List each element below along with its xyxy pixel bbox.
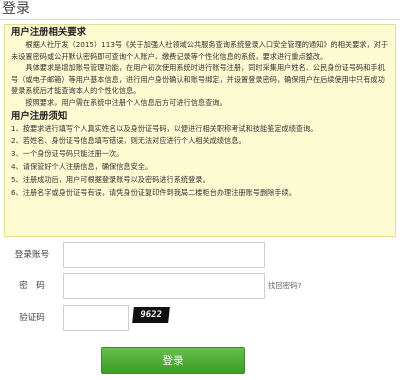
captcha-label: 验证码 [19, 313, 45, 323]
requirements-paragraph: 根据人社厅发（2015）113号《关于加强人社领域公共服务查询系统登录入口安全管… [11, 40, 389, 61]
instruction-item: 4、请保管好个人注册信息，确保信息安全。 [11, 161, 153, 171]
forgot-password-link[interactable]: 找回密码? [268, 280, 302, 292]
instruction-item: 2、若姓名、身份证号信息填写错误，则无法对应进行个人相关成绩信息。 [11, 136, 246, 146]
instruction-item: 6、注册名字或身份证号有误，请凭身份证复印件到我局二楼柜台办理注册账号删除手续。 [11, 187, 296, 197]
registration-notice-box: 用户注册相关要求 根据人社厅发（2015）113号《关于加强人社领域公共服务查询… [4, 24, 396, 237]
login-button[interactable]: 登录 [101, 347, 245, 374]
password-input[interactable] [63, 273, 265, 299]
instruction-item: 5、注册成功后，用户可根据登录账号以及密码进行系统登录。 [11, 174, 210, 184]
title-divider [0, 19, 400, 20]
password-row: 密 码 找回密码? [0, 273, 400, 299]
requirements-heading: 用户注册相关要求 [11, 27, 87, 38]
instruction-item: 3、一个身份证号码只能注册一次。 [11, 149, 124, 159]
captcha-image[interactable]: 9622 [132, 307, 170, 323]
account-row: 登录账号 [0, 242, 400, 268]
instruction-item: 1、按要求进行填写个人真实姓名以及身份证号码，以便进行相关职称考试和技能鉴定成绩… [11, 123, 318, 133]
instructions-list: 1、按要求进行填写个人真实姓名以及身份证号码，以便进行相关职称考试和技能鉴定成绩… [11, 123, 389, 200]
requirements-paragraph: 按照要求，用户需在系统中注册个人信息后方可进行信息查询。 [25, 97, 227, 107]
account-label: 登录账号 [14, 250, 50, 260]
account-input[interactable] [63, 242, 265, 268]
captcha-input[interactable] [63, 305, 129, 331]
captcha-row: 验证码 9622 [0, 305, 400, 331]
instructions-heading: 用户注册须知 [11, 110, 68, 122]
requirements-paragraph: 具体要求是增加账号管理功能，在用户初次使用系统时进行账号注册，同时采集用户姓名、… [11, 63, 385, 96]
password-label: 密 码 [19, 281, 45, 291]
page-title: 登录 [2, 1, 30, 17]
